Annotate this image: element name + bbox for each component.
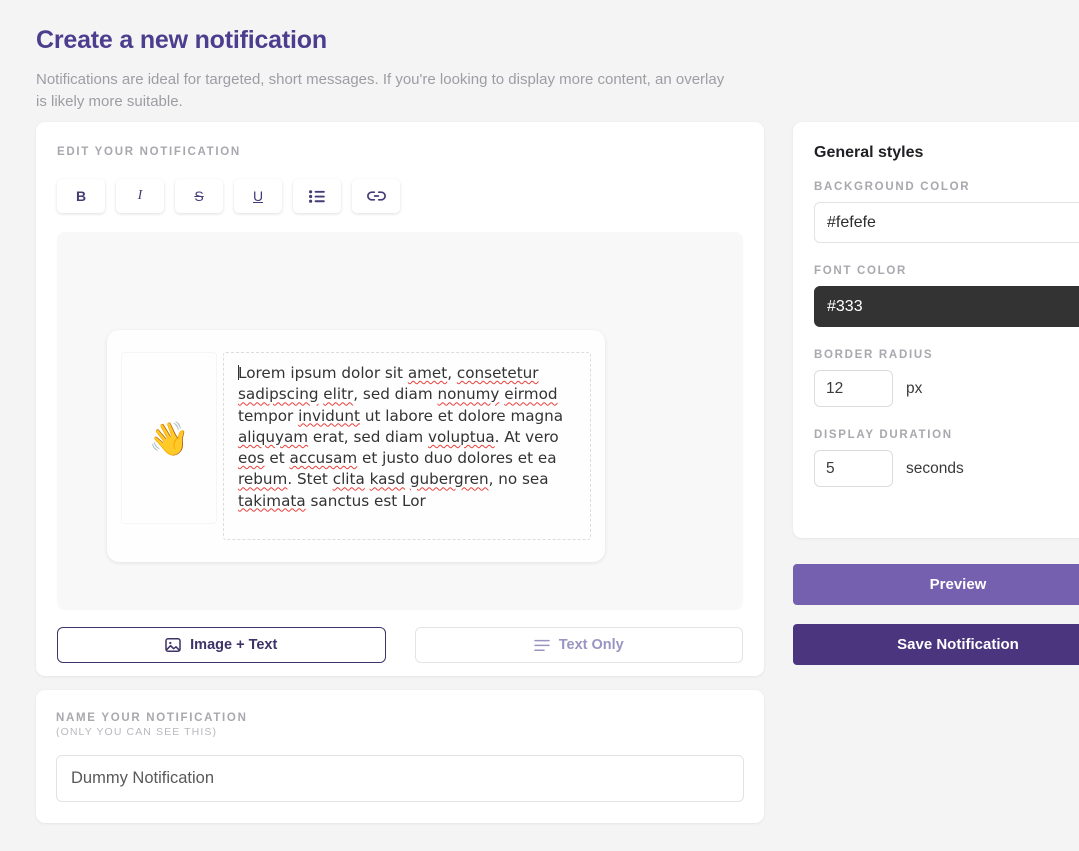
name-notification-label: NAME YOUR NOTIFICATION [56, 712, 744, 724]
page-subtitle: Notifications are ideal for targeted, sh… [36, 69, 726, 115]
display-duration-label: DISPLAY DURATION [814, 429, 1079, 441]
bold-button[interactable]: B [57, 179, 105, 213]
background-color-label: BACKGROUND COLOR [814, 181, 1079, 193]
general-styles-inner: General styles BACKGROUND COLOR FONT COL… [793, 122, 1079, 487]
display-duration-unit: seconds [906, 460, 964, 478]
notification-body-text[interactable]: Lorem ipsum dolor sit amet, consetetur s… [238, 363, 578, 512]
underline-button[interactable]: U [234, 179, 282, 213]
notification-text-slot[interactable]: Lorem ipsum dolor sit amet, consetetur s… [223, 352, 591, 540]
name-notification-sublabel: (ONLY YOU CAN SEE THIS) [56, 726, 744, 738]
general-styles-card: General styles BACKGROUND COLOR FONT COL… [793, 122, 1079, 538]
strikethrough-icon: S [194, 188, 203, 204]
border-radius-label: BORDER RADIUS [814, 349, 1079, 361]
underline-icon: U [253, 188, 263, 204]
font-color-label: FONT COLOR [814, 265, 1079, 277]
tab-text-only[interactable]: Text Only [415, 627, 744, 663]
border-radius-row: px [814, 370, 1079, 407]
text-lines-icon [534, 639, 550, 652]
notification-preview: 👋 Lorem ipsum dolor sit amet, consetetur… [107, 330, 605, 562]
editor-header-area: EDIT YOUR NOTIFICATION B I S U [36, 122, 764, 610]
border-radius-input[interactable] [814, 370, 893, 407]
tab-image-plus-text-label: Image + Text [190, 637, 277, 653]
editor-card: EDIT YOUR NOTIFICATION B I S U [36, 122, 764, 676]
bullet-list-button[interactable] [293, 179, 341, 213]
link-button[interactable] [352, 179, 400, 213]
page-header: Create a new notification Notifications … [36, 24, 756, 114]
image-icon [165, 637, 181, 653]
formatting-toolbar: B I S U [57, 179, 743, 213]
italic-button[interactable]: I [116, 179, 164, 213]
page-title: Create a new notification [36, 24, 756, 57]
notification-editor-page: Create a new notification Notifications … [0, 0, 1079, 851]
strikethrough-button[interactable]: S [175, 179, 223, 213]
edit-notification-label: EDIT YOUR NOTIFICATION [57, 146, 743, 158]
bullet-list-icon [309, 190, 325, 203]
notification-image-slot[interactable]: 👋 [121, 352, 217, 524]
name-notification-card: NAME YOUR NOTIFICATION (ONLY YOU CAN SEE… [36, 690, 764, 823]
border-radius-unit: px [906, 380, 922, 398]
font-color-input[interactable] [814, 286, 1079, 327]
text-caret [238, 365, 239, 380]
notification-name-input[interactable] [56, 755, 744, 802]
bold-icon: B [76, 188, 86, 204]
name-notification-inner: NAME YOUR NOTIFICATION (ONLY YOU CAN SEE… [36, 690, 764, 802]
preview-button[interactable]: Preview [793, 564, 1079, 605]
italic-icon: I [138, 188, 143, 204]
general-styles-title: General styles [814, 144, 1079, 162]
tab-image-plus-text[interactable]: Image + Text [57, 627, 386, 663]
save-notification-button[interactable]: Save Notification [793, 624, 1079, 665]
notification-canvas: 👋 Lorem ipsum dolor sit amet, consetetur… [57, 232, 743, 610]
tab-text-only-label: Text Only [559, 637, 624, 653]
display-duration-input[interactable] [814, 450, 893, 487]
background-color-input[interactable] [814, 202, 1079, 243]
link-icon [367, 190, 386, 202]
notification-type-toggle: Image + Text Text Only [36, 627, 764, 663]
waving-hand-icon: 👋 [148, 422, 189, 455]
display-duration-row: seconds [814, 450, 1079, 487]
